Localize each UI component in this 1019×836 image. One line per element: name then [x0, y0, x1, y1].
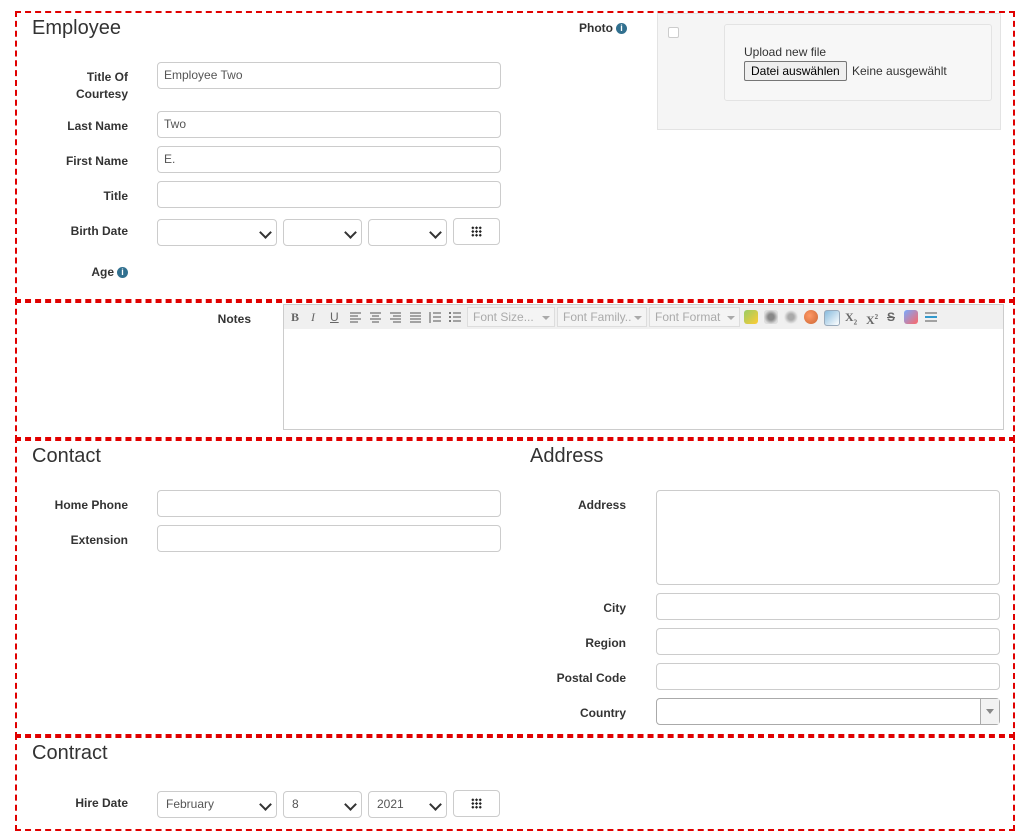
chevron-down-icon	[344, 226, 357, 239]
photo-panel: Upload new file Datei auswählen Keine au…	[657, 13, 1001, 130]
postal-code-label: Postal Code	[556, 671, 626, 685]
home-phone-label: Home Phone	[54, 498, 128, 512]
chevron-down-icon	[259, 798, 272, 811]
chevron-down-icon	[344, 798, 357, 811]
birth-date-label: Birth Date	[70, 224, 128, 238]
address-label: Address	[577, 498, 626, 512]
title-of-courtesy-label: Title Of Courtesy	[75, 70, 128, 101]
subscript-label: X	[845, 310, 854, 324]
birth-date-calendar-button[interactable]	[453, 218, 500, 245]
notes-section: Notes B I U Font Size... Font Family.. F…	[15, 299, 1015, 441]
country-select[interactable]	[656, 698, 1000, 725]
employee-section: Employee Title Of Courtesy Employee Two …	[15, 11, 1015, 303]
extension-input[interactable]	[157, 525, 501, 552]
caret-down-icon	[727, 316, 735, 320]
hire-date-label: Hire Date	[75, 796, 128, 810]
caret-down-icon	[542, 316, 550, 320]
horizontal-rule-icon[interactable]	[924, 311, 938, 323]
age-label: Age	[91, 265, 114, 279]
hire-year-value: 2021	[377, 797, 404, 811]
title-of-courtesy-input[interactable]: Employee Two	[157, 62, 501, 89]
birth-day-select[interactable]	[283, 219, 362, 246]
chevron-down-icon	[259, 226, 272, 239]
calendar-grid-icon	[471, 798, 482, 809]
superscript-label: X	[866, 313, 875, 327]
title-label: Title	[103, 189, 128, 203]
underline-button[interactable]: U	[330, 309, 339, 325]
contract-section: Contract Hire Date February 8 2021	[15, 734, 1015, 831]
address-textarea[interactable]	[656, 490, 1000, 585]
hire-month-value: February	[166, 797, 215, 811]
font-family-dropdown[interactable]: Font Family..	[557, 307, 647, 327]
photo-label-wrap: Photo i	[557, 20, 627, 37]
notes-editor[interactable]	[283, 329, 1004, 430]
first-name-label: First Name	[65, 154, 128, 168]
font-format-dropdown[interactable]: Font Format	[649, 307, 740, 327]
hire-day-select[interactable]: 8	[283, 791, 362, 818]
strikethrough-button[interactable]: S	[887, 309, 895, 325]
extension-label: Extension	[70, 533, 128, 547]
photo-label: Photo	[579, 21, 613, 35]
birth-month-select[interactable]	[157, 219, 277, 246]
align-list-icons[interactable]	[349, 311, 449, 325]
region-label: Region	[585, 636, 626, 650]
insert-table-icon[interactable]	[824, 310, 840, 326]
title-input[interactable]	[157, 181, 501, 208]
country-dropdown-arrow[interactable]	[980, 699, 999, 724]
caret-down-icon	[634, 316, 642, 320]
superscript-button[interactable]: X2	[866, 309, 878, 328]
bullet-list-icon[interactable]	[448, 311, 462, 325]
bold-button[interactable]: B	[291, 309, 299, 325]
subscript-button[interactable]: X2	[845, 309, 857, 330]
upload-label: Upload new file	[744, 45, 827, 59]
upload-box: Upload new file Datei auswählen Keine au…	[724, 24, 992, 101]
editor-toolbar: B I U Font Size... Font Family.. Font Fo…	[283, 304, 1004, 330]
hire-year-select[interactable]: 2021	[368, 791, 447, 818]
contact-address-section: Contact Address Home Phone Extension Add…	[15, 437, 1015, 738]
first-name-input[interactable]: E.	[157, 146, 501, 173]
format-painter-icon[interactable]	[744, 310, 758, 324]
contract-heading: Contract	[32, 742, 108, 764]
contact-heading: Contact	[32, 445, 101, 467]
insert-image-icon[interactable]	[804, 310, 818, 324]
city-label: City	[603, 601, 626, 615]
city-input[interactable]	[656, 593, 1000, 620]
caret-down-icon	[986, 709, 994, 714]
choose-file-button[interactable]: Datei auswählen	[744, 61, 847, 81]
birth-year-select[interactable]	[368, 219, 447, 246]
hire-date-calendar-button[interactable]	[453, 790, 500, 817]
font-size-dropdown[interactable]: Font Size...	[467, 307, 555, 327]
hire-month-select[interactable]: February	[157, 791, 277, 818]
home-phone-input[interactable]	[157, 490, 501, 517]
info-icon[interactable]: i	[117, 267, 128, 278]
insert-link-icon[interactable]	[764, 310, 778, 324]
calendar-grid-icon	[471, 226, 482, 237]
info-icon[interactable]: i	[616, 23, 627, 34]
photo-delete-checkbox[interactable]	[668, 27, 679, 38]
chevron-down-icon	[429, 226, 442, 239]
country-label: Country	[580, 706, 626, 720]
postal-code-input[interactable]	[656, 663, 1000, 690]
font-format-label: Font Format	[655, 310, 721, 324]
italic-button[interactable]: I	[311, 309, 315, 325]
age-label-wrap: Age i	[47, 264, 128, 281]
last-name-input[interactable]: Two	[157, 111, 501, 138]
last-name-label: Last Name	[67, 119, 128, 133]
notes-label: Notes	[217, 312, 251, 326]
chevron-down-icon	[429, 798, 442, 811]
font-family-label: Font Family..	[563, 310, 632, 324]
address-heading: Address	[530, 445, 604, 467]
font-size-label: Font Size...	[473, 310, 534, 324]
file-status: Keine ausgewählt	[852, 64, 947, 78]
clear-format-icon[interactable]	[904, 310, 918, 324]
employee-heading: Employee	[32, 17, 121, 39]
unlink-icon[interactable]	[784, 310, 798, 324]
region-input[interactable]	[656, 628, 1000, 655]
hire-day-value: 8	[292, 797, 299, 811]
